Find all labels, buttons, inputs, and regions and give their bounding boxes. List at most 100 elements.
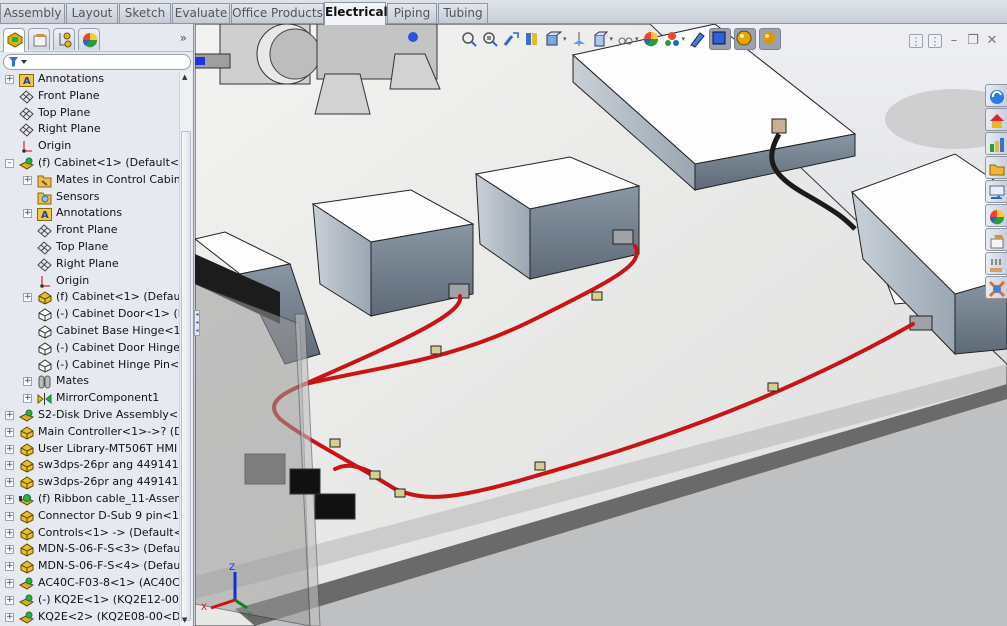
tree-item[interactable]: + Controls<1> -> (Default<<D <box>0 525 180 542</box>
task-pane-file-explorer[interactable] <box>985 132 1007 155</box>
previous-view-button[interactable] <box>502 30 520 48</box>
expand-panel-button[interactable]: » <box>180 31 187 45</box>
property-manager-tab[interactable] <box>28 28 50 50</box>
tree-item[interactable]: + sw3dps-26pr ang 449141-6-1 <box>0 474 180 491</box>
task-pane-view-palette[interactable] <box>985 180 1007 203</box>
tree-item[interactable]: + KQ2E<2> (KQ2E08-00<Displ <box>0 609 180 626</box>
tree-item[interactable]: – (f) Cabinet<1> (Default<Def <box>0 155 180 172</box>
expand-toggle[interactable]: + <box>5 494 14 504</box>
tree-item[interactable]: (-) Cabinet Hinge Pin<1> <box>0 357 180 374</box>
expand-toggle[interactable]: + <box>23 394 32 404</box>
tile-vertical-button[interactable]: ⋮ <box>928 34 942 48</box>
tree-item[interactable]: + sw3dps-26pr ang 449141-6-1 <box>0 457 180 474</box>
task-pane-design-library[interactable] <box>985 108 1007 131</box>
ambient-occlusion-button[interactable] <box>759 28 782 50</box>
display-manager-tab[interactable] <box>78 28 100 50</box>
task-pane-custom-properties[interactable] <box>985 228 1007 251</box>
collapse-panel-handle[interactable]: ◂ ◂ ◂ <box>194 310 200 336</box>
hide-show-items-button[interactable] <box>616 30 634 48</box>
assembly-3d-view[interactable]: Z X Y <box>195 24 1007 626</box>
tree-item[interactable]: Sensors <box>0 189 180 206</box>
expand-toggle[interactable]: + <box>23 377 32 387</box>
hide-show-dropdown[interactable]: ▾ <box>635 35 639 43</box>
tree-item[interactable]: Top Plane <box>0 105 180 122</box>
tree-item[interactable]: + AC40C-F03-8<1> (AC40C-F0 <box>0 575 180 592</box>
3d-drawing-view-button[interactable] <box>570 30 588 48</box>
close-button[interactable]: ✕ <box>985 34 999 48</box>
expand-toggle[interactable]: + <box>23 293 32 303</box>
tree-item[interactable]: Front Plane <box>0 222 180 239</box>
display-style-dropdown[interactable]: ▾ <box>610 35 614 43</box>
realview-button[interactable] <box>734 28 757 50</box>
expand-toggle[interactable]: + <box>5 595 14 605</box>
expand-toggle[interactable]: + <box>5 612 14 622</box>
scroll-thumb[interactable] <box>181 131 191 621</box>
tab-electrical[interactable]: Electrical <box>324 2 388 25</box>
view-orientation-button[interactable] <box>544 30 563 48</box>
tree-item[interactable]: + A Annotations <box>0 205 180 222</box>
tree-item[interactable]: Top Plane <box>0 239 180 256</box>
tab-assembly[interactable]: Assembly <box>0 3 65 23</box>
expand-toggle[interactable]: + <box>5 410 14 420</box>
expand-toggle[interactable]: + <box>5 461 14 471</box>
zoom-to-fit-button[interactable] <box>460 30 478 48</box>
expand-toggle[interactable]: + <box>23 175 32 185</box>
tree-item[interactable]: Cabinet Base Hinge<1> ( <box>0 323 180 340</box>
task-pane-appearances-scenes[interactable] <box>985 204 1007 227</box>
scroll-up-arrow[interactable]: ▲ <box>182 73 187 81</box>
expand-toggle[interactable]: + <box>5 75 14 84</box>
tree-item[interactable]: Front Plane <box>0 88 180 105</box>
view-settings-button[interactable] <box>688 30 706 48</box>
configuration-manager-tab[interactable] <box>53 28 75 50</box>
tree-item[interactable]: Origin <box>0 273 180 290</box>
edit-appearance-button[interactable] <box>642 30 660 48</box>
task-pane-open-folder[interactable] <box>985 156 1007 179</box>
tab-layout[interactable]: Layout <box>66 3 118 23</box>
expand-toggle[interactable]: + <box>5 562 14 572</box>
tree-item[interactable]: + MirrorComponent1 <box>0 390 180 407</box>
tree-item[interactable]: + (f) Cabinet<1> (Default< <box>0 289 180 306</box>
tab-office-products[interactable]: Office Products <box>231 3 324 23</box>
tree-item[interactable]: Right Plane <box>0 256 180 273</box>
expand-toggle[interactable]: + <box>5 427 14 437</box>
tree-item[interactable]: + MDN-S-06-F-S<3> (Default< <box>0 541 180 558</box>
expand-toggle[interactable]: + <box>5 528 14 538</box>
expand-toggle[interactable]: + <box>23 209 32 219</box>
tree-item[interactable]: + Mates in Control Cabinet <box>0 172 180 189</box>
section-view-button[interactable] <box>523 30 541 48</box>
expand-toggle[interactable]: + <box>5 444 14 454</box>
tab-piping[interactable]: Piping <box>387 3 437 23</box>
tree-item[interactable]: + Main Controller<1>->? (Def <box>0 424 180 441</box>
expand-toggle[interactable]: + <box>5 511 14 521</box>
expand-toggle[interactable]: + <box>5 545 14 555</box>
feature-manager-tree-tab[interactable] <box>3 28 25 52</box>
view-orientation-dropdown[interactable]: ▾ <box>563 35 567 43</box>
tree-item[interactable]: (-) Cabinet Door<1> (Def <box>0 306 180 323</box>
task-pane-solidworks-resources[interactable] <box>985 84 1007 107</box>
restore-button[interactable]: ❐ <box>966 34 980 48</box>
tree-item[interactable]: Right Plane <box>0 121 180 138</box>
graphics-area[interactable]: Z X Y ▾ ▾ ▾ ▾ ⋮ ⋮ – ❐ ✕ <box>195 24 1007 626</box>
apply-scene-button[interactable] <box>663 30 681 48</box>
task-pane-routing-library[interactable] <box>985 276 1007 299</box>
tree-item[interactable]: + (-) KQ2E<1> (KQ2E12-00<<D <box>0 592 180 609</box>
zoom-to-area-button[interactable] <box>481 30 499 48</box>
expand-toggle[interactable]: + <box>5 578 14 588</box>
feature-tree-filter[interactable] <box>3 54 191 70</box>
tab-sketch[interactable]: Sketch <box>119 3 171 23</box>
scroll-down-arrow[interactable]: ▼ <box>182 616 187 624</box>
minimize-button[interactable]: – <box>947 34 961 48</box>
tree-item[interactable]: + Mates <box>0 373 180 390</box>
display-style-button[interactable] <box>591 30 609 48</box>
tile-horizontal-button[interactable]: ⋮ <box>909 34 923 48</box>
collapse-toggle[interactable]: – <box>5 158 14 168</box>
task-pane-electrical-routing[interactable] <box>985 252 1007 275</box>
apply-scene-dropdown[interactable]: ▾ <box>682 35 686 43</box>
tree-item[interactable]: + Connector D-Sub 9 pin<1> ( <box>0 508 180 525</box>
tab-evaluate[interactable]: Evaluate <box>172 3 230 23</box>
expand-toggle[interactable]: + <box>5 478 14 488</box>
tree-item[interactable]: + A Annotations <box>0 71 180 88</box>
tree-item[interactable]: + MDN-S-06-F-S<4> (Default< <box>0 558 180 575</box>
tree-item[interactable]: Origin <box>0 138 180 155</box>
feature-tree-scrollbar[interactable]: ▲ ▼ <box>179 71 192 626</box>
